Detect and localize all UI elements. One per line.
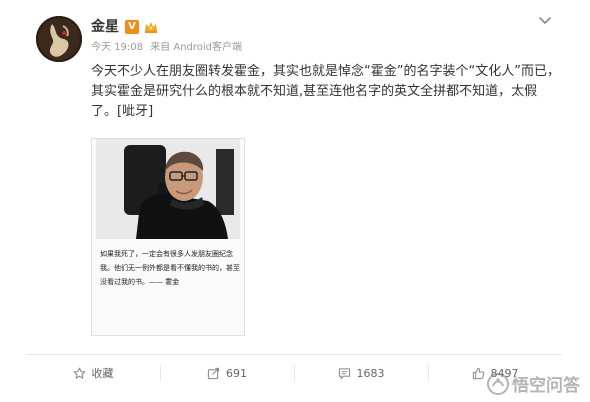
forward-count: 691 bbox=[226, 366, 247, 380]
thumbs-up-icon bbox=[472, 367, 484, 379]
star-icon bbox=[73, 367, 85, 379]
action-bar: 收藏 691 1683 8497 bbox=[26, 354, 562, 391]
member-crown-icon[interactable] bbox=[143, 19, 159, 35]
comment-count: 1683 bbox=[356, 366, 385, 380]
avatar[interactable] bbox=[36, 16, 82, 62]
post-meta: 今天 19:08 来自 Android客户端 bbox=[91, 41, 242, 55]
weibo-post: 金星 V 今天 19:08 来自 Android客户端 今天不少人在朋友圈转发霍… bbox=[0, 0, 590, 402]
watermark-text: 悟空问答 bbox=[512, 376, 580, 396]
comment-button[interactable]: 1683 bbox=[294, 355, 428, 391]
post-source[interactable]: 来自 Android客户端 bbox=[150, 42, 242, 53]
comment-icon bbox=[338, 367, 350, 379]
share-icon bbox=[207, 367, 220, 379]
chevron-down-icon[interactable] bbox=[538, 14, 552, 28]
wukong-logo-icon bbox=[487, 372, 509, 395]
verified-badge-icon: V bbox=[125, 20, 139, 34]
post-time[interactable]: 今天 19:08 bbox=[91, 42, 143, 53]
post-text: 今天不少人在朋友圈转发霍金，其实也就是悼念“霍金”的名字装个“文化人”而已，其实… bbox=[91, 64, 560, 119]
forward-button[interactable]: 691 bbox=[160, 355, 294, 391]
image-caption: 如果我死了，一定会有很多人发朋友圈纪念我。他们无一例外都是看不懂我的书的，甚至没… bbox=[100, 250, 240, 286]
collect-button[interactable]: 收藏 bbox=[26, 355, 160, 391]
watermark: 悟空问答 bbox=[487, 371, 580, 396]
author-name[interactable]: 金星 bbox=[91, 17, 119, 37]
collect-label: 收藏 bbox=[91, 367, 114, 380]
avatar-image bbox=[36, 16, 82, 62]
post-image[interactable]: 如果我死了，一定会有很多人发朋友圈纪念我。他们无一例外都是看不懂我的书的，甚至没… bbox=[91, 138, 245, 336]
hawking-photo bbox=[96, 139, 240, 239]
portrait-illustration bbox=[96, 139, 240, 239]
